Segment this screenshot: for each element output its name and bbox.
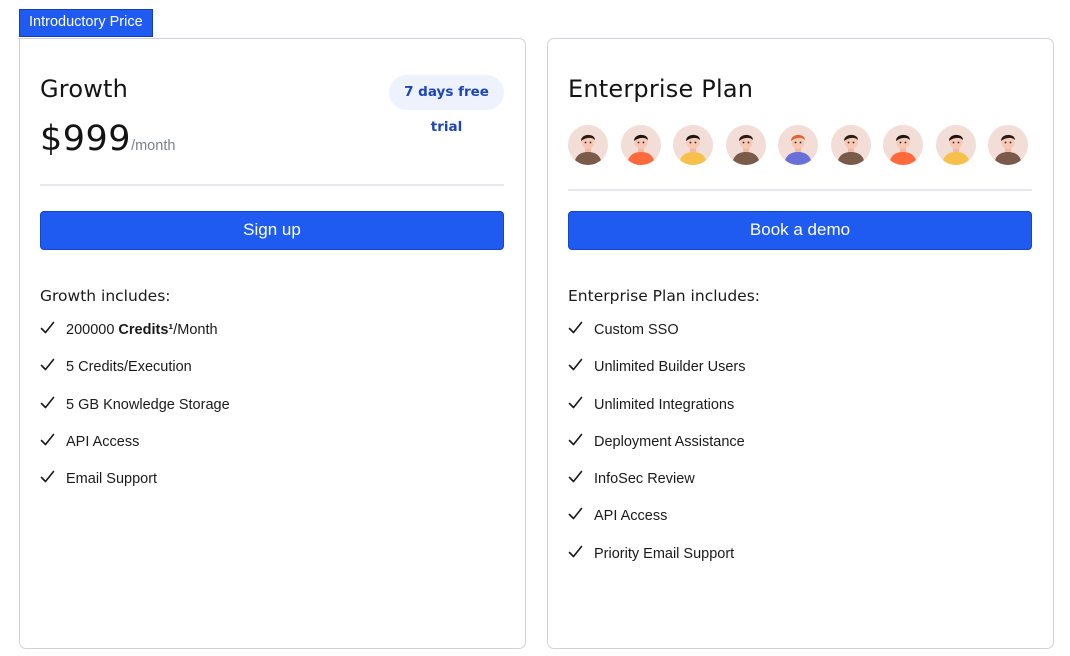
feature-text: Custom SSO — [594, 322, 679, 338]
feature-item: Unlimited Builder Users — [568, 358, 746, 395]
feature-text: 5 GB Knowledge Storage — [66, 396, 230, 413]
feature-item: API Access — [568, 507, 746, 544]
book-demo-button[interactable]: Book a demo — [568, 211, 1032, 250]
check-icon — [568, 396, 594, 414]
plan-title: Growth — [40, 75, 129, 103]
enterprise-plan-card: Enterprise Plan Book a demo Enterprise P… — [547, 38, 1054, 649]
person-avatar-icon — [830, 125, 871, 165]
check-icon — [568, 545, 594, 563]
feature-item: Custom SSO — [568, 321, 746, 358]
feature-text: Priority Email Support — [594, 545, 735, 562]
includes-heading: Growth includes: — [40, 287, 171, 305]
check-icon — [568, 433, 594, 451]
feature-text: Deployment Assistance — [594, 433, 745, 450]
person-avatar-icon — [935, 125, 976, 165]
check-icon — [40, 470, 66, 488]
feature-text: 200000 Credits¹/Month — [66, 322, 218, 338]
person-avatar-icon — [620, 125, 661, 165]
check-icon — [568, 321, 594, 339]
introductory-price-badge: Introductory Price — [19, 9, 153, 37]
check-icon — [568, 358, 594, 376]
feature-item: 5 Credits/Execution — [40, 358, 230, 395]
feature-item: Priority Email Support — [568, 545, 746, 582]
feature-item: Unlimited Integrations — [568, 396, 746, 433]
person-avatar-icon — [778, 125, 818, 165]
person-avatar-icon — [568, 125, 608, 165]
feature-item: Email Support — [40, 470, 230, 507]
price-period: /month — [131, 138, 176, 154]
feature-list: 200000 Credits¹/Month 5 Credits/Execution… — [40, 321, 230, 507]
feature-text: InfoSec Review — [594, 471, 695, 488]
check-icon — [40, 396, 66, 414]
feature-list: Custom SSO Unlimited Builder Users Unlimit… — [568, 321, 746, 582]
feature-text: Unlimited Builder Users — [594, 359, 746, 376]
check-icon — [40, 358, 66, 376]
feature-item: InfoSec Review — [568, 470, 746, 507]
feature-text: API Access — [594, 508, 668, 525]
sign-up-button[interactable]: Sign up — [40, 211, 504, 250]
check-icon — [568, 507, 594, 525]
person-avatar-icon — [988, 125, 1028, 165]
person-avatar-icon — [725, 125, 766, 165]
person-avatar-icon — [673, 125, 713, 165]
feature-item: 5 GB Knowledge Storage — [40, 396, 230, 433]
divider — [40, 184, 504, 186]
feature-item: API Access — [40, 433, 230, 470]
includes-heading: Enterprise Plan includes: — [568, 287, 761, 305]
free-trial-badge: 7 days free trial — [389, 75, 504, 135]
feature-text: Email Support — [66, 471, 158, 488]
person-avatar-icon — [883, 125, 923, 165]
check-icon — [40, 321, 66, 339]
divider — [568, 189, 1032, 191]
team-avatars — [568, 125, 1041, 165]
feature-item: 200000 Credits¹/Month — [40, 321, 230, 358]
growth-plan-card: Growth 7 days free trial $999/month Sign… — [19, 38, 526, 649]
plan-title: Enterprise Plan — [568, 75, 754, 103]
check-icon — [40, 433, 66, 451]
feature-text: API Access — [66, 433, 140, 450]
price-amount: $999 — [40, 119, 132, 159]
feature-text: Unlimited Integrations — [594, 396, 735, 413]
check-icon — [568, 470, 594, 488]
feature-text: 5 Credits/Execution — [66, 359, 192, 376]
feature-item: Deployment Assistance — [568, 433, 746, 470]
price: $999/month — [40, 119, 175, 159]
